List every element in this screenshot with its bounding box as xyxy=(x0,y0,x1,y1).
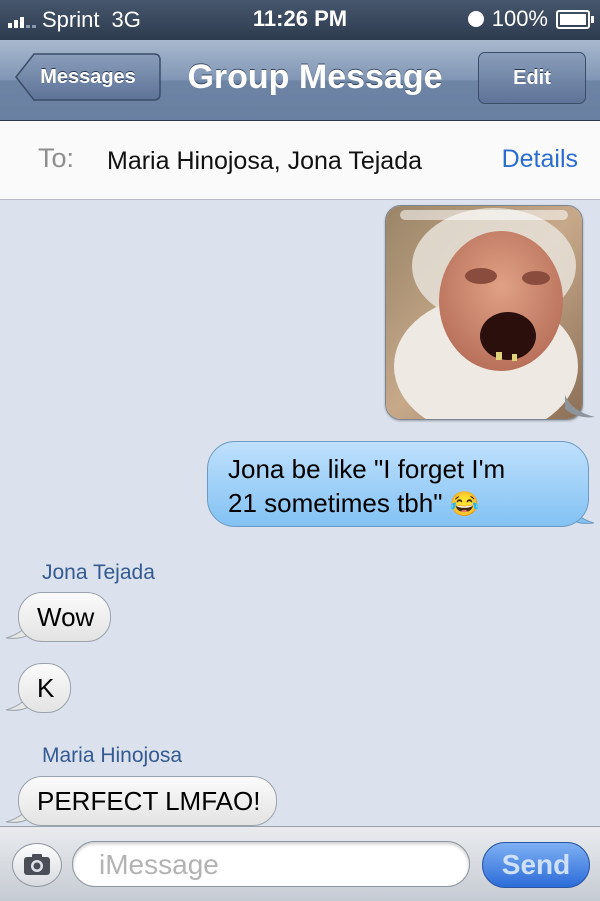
page-title: Group Message xyxy=(187,58,443,96)
laughing-emoji: 😂 xyxy=(449,491,480,518)
message-input[interactable]: iMessage xyxy=(72,841,470,887)
composer-bar: iMessage Send xyxy=(0,826,600,901)
status-bar: Sprint 3G 11:26 PM 100% xyxy=(0,0,600,40)
incoming-message-bubble[interactable]: PERFECT LMFAO! xyxy=(18,776,278,826)
rotation-lock-icon xyxy=(467,11,484,27)
back-button-label: Messages xyxy=(40,66,136,88)
message-input-placeholder: iMessage xyxy=(99,849,219,880)
message-line-2: 21 sometimes tbh" xyxy=(228,488,443,518)
incoming-message-bubble[interactable]: K xyxy=(18,663,72,713)
sender-name: Maria Hinojosa xyxy=(42,744,183,767)
camera-button[interactable] xyxy=(12,843,62,887)
send-button[interactable]: Send xyxy=(482,842,590,888)
incoming-message-bubble[interactable]: Wow xyxy=(18,592,112,642)
back-messages-button[interactable]: Messages xyxy=(14,52,161,102)
battery-icon xyxy=(556,9,594,29)
outgoing-message-bubble[interactable]: Jona be like "I forget I'm 21 sometimes … xyxy=(207,441,589,527)
photo-bubble-tail xyxy=(565,395,595,418)
status-right: 100% xyxy=(467,6,594,32)
message-line-1: Jona be like "I forget I'm xyxy=(228,454,506,484)
battery-percent: 100% xyxy=(491,6,548,31)
to-label: To: xyxy=(38,143,75,173)
photo-image xyxy=(386,206,582,419)
details-link[interactable]: Details xyxy=(502,145,578,174)
navigation-bar: Messages Group Message Edit xyxy=(0,40,600,121)
recipients-bar: To: Maria Hinojosa, Jona Tejada Details xyxy=(0,121,600,200)
camera-icon xyxy=(24,854,50,875)
photo-message[interactable] xyxy=(385,205,583,420)
edit-button[interactable]: Edit xyxy=(478,52,586,104)
recipient-names[interactable]: Maria Hinojosa, Jona Tejada xyxy=(107,147,422,176)
sender-name: Jona Tejada xyxy=(42,561,155,584)
